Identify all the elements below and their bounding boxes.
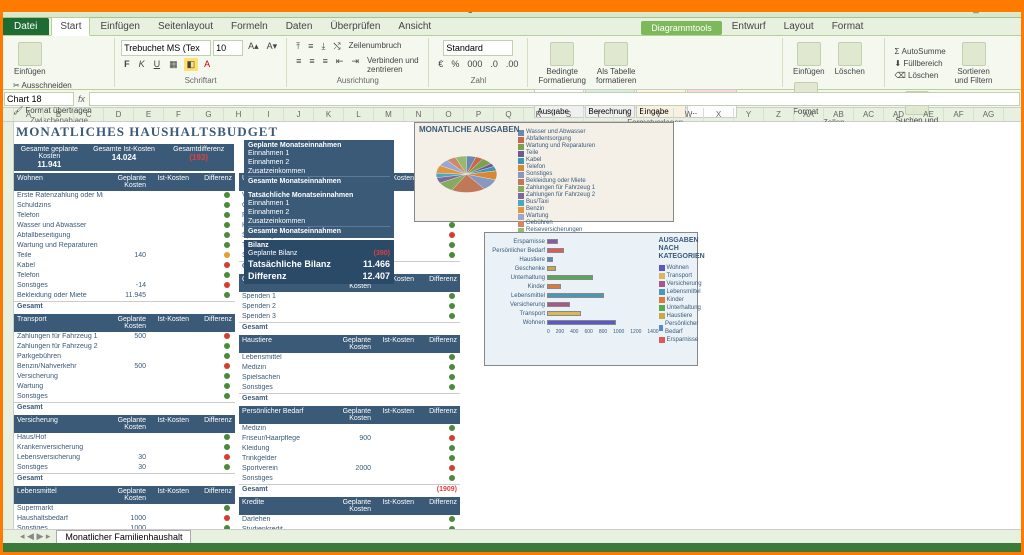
paste-icon — [18, 42, 42, 66]
column-headers: ABCDEFGHIJKLMNOPQRSTUVWXYZAAABACADAEAFAG — [0, 108, 1024, 122]
align-right[interactable]: ≡ — [320, 55, 331, 75]
underline-button[interactable]: U — [151, 58, 164, 71]
ribbon-tabs: Datei Start Einfügen Seitenlayout Formel… — [0, 18, 1024, 36]
bar-graphic: ErsparnissePersönlicher BedarfHaustiereG… — [489, 237, 659, 361]
pie-title: MONATLICHE AUSGABEN — [419, 125, 519, 134]
fill-color-button[interactable]: ◧ — [184, 58, 199, 71]
group-styles: Bedingte Formatierung Als Tabelle format… — [528, 38, 783, 87]
tab-ansicht[interactable]: Ansicht — [390, 18, 439, 35]
formula-bar: fx — [0, 90, 1024, 108]
group-number: €%000.0.00 Zahl — [429, 38, 528, 87]
group-label: Schriftart — [121, 76, 280, 85]
delete-cells-button[interactable]: Löschen — [831, 40, 869, 78]
file-tab[interactable]: Datei — [2, 18, 49, 35]
income-summary: Geplante MonatseinnahmenEinnahmen 1Einna… — [244, 140, 394, 286]
inc-dec-button[interactable]: .0 — [487, 58, 501, 70]
merge-button[interactable]: Verbinden und zentrieren — [364, 55, 422, 75]
italic-button[interactable]: K — [136, 58, 148, 71]
bar-title: AUSGABEN NACH KATEGORIEN — [659, 237, 705, 261]
delete-icon — [838, 42, 862, 66]
insert-icon — [797, 42, 821, 66]
pie-chart[interactable]: MONATLICHE AUSGABEN Wasser und AbwasserA… — [414, 122, 674, 222]
group-label: Zahl — [435, 76, 521, 85]
group-label: Ausrichtung — [293, 76, 422, 85]
pie-graphic — [419, 141, 514, 211]
sort-filter-button[interactable]: Sortieren und Filtern — [951, 40, 997, 87]
font-name-input[interactable] — [121, 40, 211, 56]
close-button[interactable]: × — [1004, 2, 1020, 16]
currency-button[interactable]: € — [435, 58, 446, 70]
app-title: Haushaltsbudget2 - Microsoft Excel — [406, 3, 563, 14]
group-editing: Σ AutoSumme ⬇ Füllbereich ⌫ Löschen Sort… — [885, 38, 1020, 87]
tab-daten[interactable]: Daten — [278, 18, 321, 35]
name-box[interactable] — [4, 92, 74, 106]
bold-button[interactable]: F — [121, 58, 133, 71]
group-alignment: ⤒≡⤓⤭Zeilenumbruch ≡≡≡⇤⇥Verbinden und zen… — [287, 38, 429, 87]
minimize-button[interactable]: _ — [968, 2, 984, 16]
cut-button[interactable]: ✂ Ausschneiden — [10, 80, 95, 91]
sheet-tab-active[interactable]: Monatlicher Familienhaushalt — [56, 530, 191, 543]
worksheet[interactable]: MONATLICHES HAUSHALTSBUDGET Gesamte gepl… — [0, 122, 1024, 529]
indent-inc[interactable]: ⇥ — [348, 55, 362, 75]
fill-button[interactable]: ⬇ Füllbereich — [891, 58, 948, 69]
sheet-nav[interactable]: ◂ ◀ ▶ ▸ — [20, 531, 50, 542]
table-icon — [604, 42, 628, 66]
title-bar: Haushaltsbudget2 - Microsoft Excel _ □ × — [0, 0, 1024, 18]
align-left[interactable]: ≡ — [293, 55, 304, 75]
paste-button[interactable]: Einfügen — [10, 40, 50, 78]
font-size-input[interactable] — [213, 40, 243, 56]
pie-legend: Wasser und AbwasserAbfallentsorgungWartu… — [514, 129, 669, 217]
align-center[interactable]: ≡ — [306, 55, 317, 75]
tab-ueberpruefen[interactable]: Überprüfen — [322, 18, 388, 35]
tab-seitenlayout[interactable]: Seitenlayout — [150, 18, 221, 35]
comma-button[interactable]: 000 — [464, 58, 485, 70]
clear-button[interactable]: ⌫ Löschen — [891, 70, 948, 81]
insert-cells-button[interactable]: Einfügen — [789, 40, 829, 78]
summary-bar: Gesamte geplante Kosten11.941 Gesamte Is… — [14, 144, 234, 171]
tab-entwurf[interactable]: Entwurf — [724, 18, 774, 35]
autosum-button[interactable]: Σ AutoSumme — [891, 46, 948, 57]
bar-legend: AUSGABEN NACH KATEGORIEN WohnenTransport… — [659, 237, 705, 361]
fx-icon[interactable]: fx — [78, 94, 85, 104]
cond-format-button[interactable]: Bedingte Formatierung — [534, 40, 590, 87]
ribbon: Einfügen ✂ Ausschneiden ⎘ Kopieren 🖌 For… — [0, 36, 1024, 90]
maximize-button[interactable]: □ — [986, 2, 1002, 16]
bar-chart[interactable]: ErsparnissePersönlicher BedarfHaustiereG… — [484, 232, 698, 366]
group-cells: Einfügen Löschen Format Zellen — [783, 38, 885, 87]
align-top[interactable]: ⤒ — [293, 40, 303, 53]
align-mid[interactable]: ≡ — [305, 40, 316, 53]
tab-einfuegen[interactable]: Einfügen — [92, 18, 147, 35]
group-font: A▴ A▾ F K U ▦ ◧ A Schriftart — [115, 38, 287, 87]
number-format-select[interactable] — [443, 40, 513, 56]
border-button[interactable]: ▦ — [166, 58, 181, 71]
as-table-button[interactable]: Als Tabelle formatieren — [592, 40, 640, 87]
indent-dec[interactable]: ⇤ — [333, 55, 347, 75]
font-color-button[interactable]: A — [201, 58, 213, 71]
grow-font-button[interactable]: A▴ — [245, 40, 262, 56]
chart-tools-label: Diagrammtools — [641, 21, 722, 35]
left-categories: WohnenGeplante KostenIst-KostenDifferenz… — [14, 173, 235, 529]
row-headers — [0, 122, 14, 529]
status-bar — [0, 543, 1024, 555]
shrink-font-button[interactable]: A▾ — [264, 40, 281, 56]
sheet-tabs: ◂ ◀ ▶ ▸ Monatlicher Familienhaushalt — [0, 529, 1024, 543]
align-bot[interactable]: ⤓ — [318, 40, 328, 53]
formula-input[interactable] — [89, 92, 1020, 106]
sort-icon — [962, 42, 986, 66]
group-clipboard: Einfügen ✂ Ausschneiden ⎘ Kopieren 🖌 For… — [4, 38, 115, 87]
dec-dec-button[interactable]: .00 — [503, 58, 522, 70]
tab-formeln[interactable]: Formeln — [223, 18, 276, 35]
tab-format[interactable]: Format — [824, 18, 872, 35]
wrap-button[interactable]: Zeilenumbruch — [346, 40, 405, 53]
percent-button[interactable]: % — [448, 58, 462, 70]
cond-format-icon — [550, 42, 574, 66]
orient[interactable]: ⤭ — [330, 40, 343, 53]
tab-layout[interactable]: Layout — [776, 18, 822, 35]
tab-start[interactable]: Start — [51, 17, 90, 36]
